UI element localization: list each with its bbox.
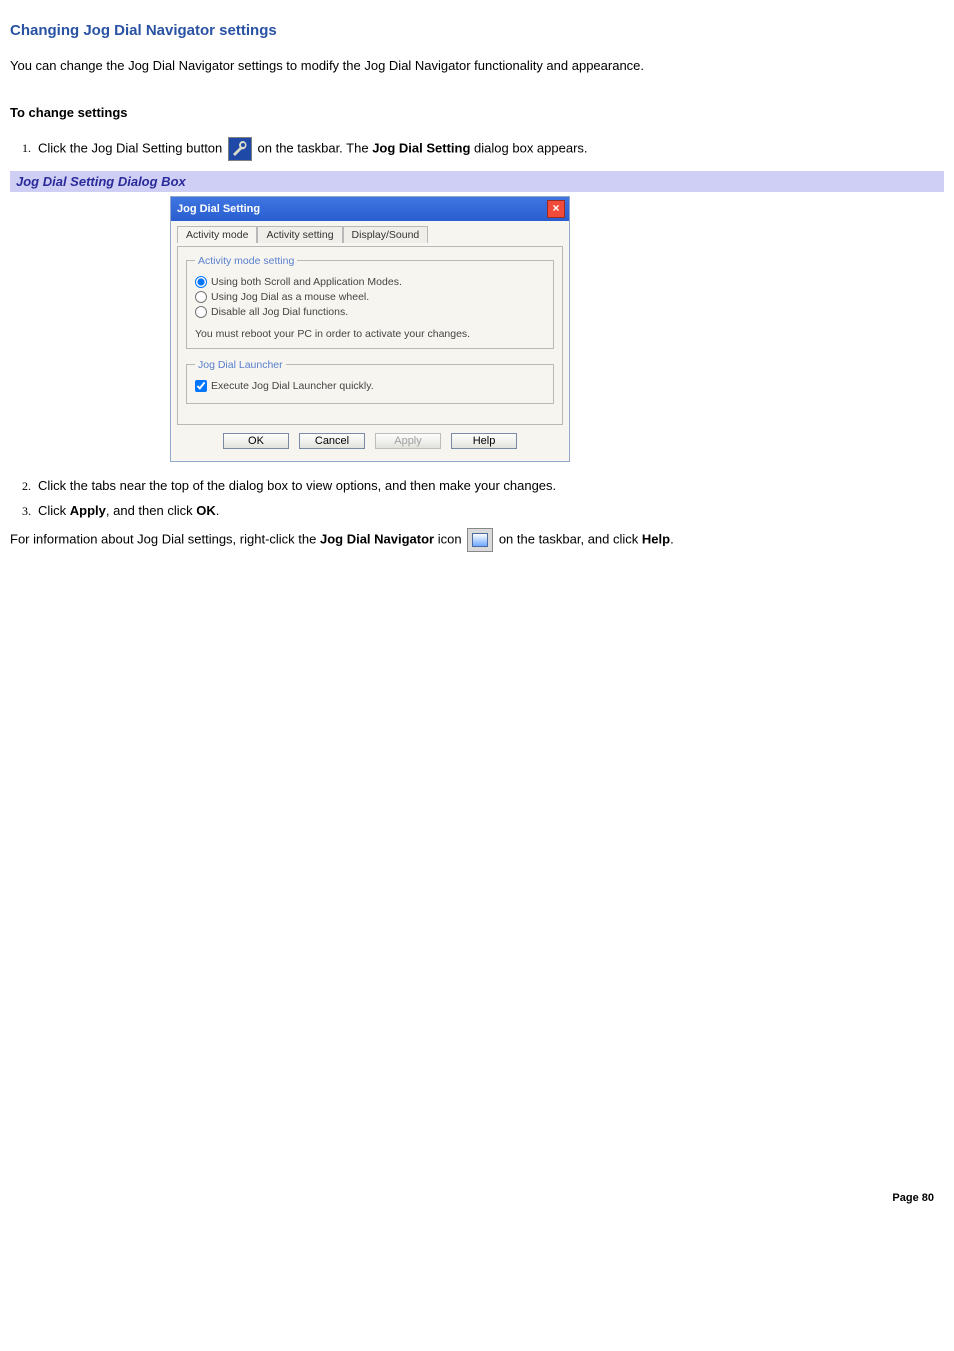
step-3-text-b: , and then click <box>106 503 196 518</box>
checkbox-execute-quickly[interactable]: Execute Jog Dial Launcher quickly. <box>195 380 545 392</box>
footer-text-b: icon <box>434 531 465 546</box>
step-1-bold: Jog Dial Setting <box>372 140 470 155</box>
radio-mouse-wheel-label: Using Jog Dial as a mouse wheel. <box>211 291 369 303</box>
page-title: Changing Jog Dial Navigator settings <box>10 22 944 39</box>
ok-button[interactable]: OK <box>223 433 289 449</box>
footer-info: For information about Jog Dial settings,… <box>10 528 944 552</box>
step-3-text-c: . <box>216 503 220 518</box>
jog-dial-navigator-icon <box>467 528 493 552</box>
step-3: Click Apply, and then click OK. <box>34 503 944 518</box>
radio-disable-input[interactable] <box>195 306 207 318</box>
dialog-screenshot: Jog Dial Setting × Activity mode Activit… <box>170 196 570 462</box>
page-number: Page 80 <box>892 1192 934 1204</box>
fieldset-launcher-legend: Jog Dial Launcher <box>195 359 286 371</box>
radio-disable-label: Disable all Jog Dial functions. <box>211 306 348 318</box>
radio-both-modes-input[interactable] <box>195 276 207 288</box>
step-2: Click the tabs near the top of the dialo… <box>34 478 944 493</box>
step-1: Click the Jog Dial Setting button on the… <box>34 137 944 161</box>
tab-activity-mode[interactable]: Activity mode <box>177 226 257 243</box>
dialog-title-text: Jog Dial Setting <box>177 203 260 215</box>
help-button[interactable]: Help <box>451 433 517 449</box>
radio-mouse-wheel-input[interactable] <box>195 291 207 303</box>
checkbox-execute-quickly-input[interactable] <box>195 380 207 392</box>
dialog-caption: Jog Dial Setting Dialog Box <box>10 171 944 192</box>
radio-both-modes[interactable]: Using both Scroll and Application Modes. <box>195 276 545 288</box>
dialog-button-row: OK Cancel Apply Help <box>177 425 563 451</box>
dialog-titlebar: Jog Dial Setting × <box>171 197 569 221</box>
reboot-note: You must reboot your PC in order to acti… <box>195 328 545 340</box>
subheading: To change settings <box>10 104 944 123</box>
apply-button[interactable]: Apply <box>375 433 441 449</box>
fieldset-launcher: Jog Dial Launcher Execute Jog Dial Launc… <box>186 359 554 404</box>
footer-bold1: Jog Dial Navigator <box>320 531 434 546</box>
step-3-bold1: Apply <box>70 503 106 518</box>
close-icon[interactable]: × <box>547 200 565 218</box>
checkbox-execute-quickly-label: Execute Jog Dial Launcher quickly. <box>211 380 374 392</box>
radio-mouse-wheel[interactable]: Using Jog Dial as a mouse wheel. <box>195 291 545 303</box>
cancel-button[interactable]: Cancel <box>299 433 365 449</box>
tab-activity-setting[interactable]: Activity setting <box>257 226 342 243</box>
step-3-bold2: OK <box>196 503 216 518</box>
fieldset-activity-mode: Activity mode setting Using both Scroll … <box>186 255 554 349</box>
step-1-text-b: on the taskbar. The <box>258 140 373 155</box>
radio-both-modes-label: Using both Scroll and Application Modes. <box>211 276 402 288</box>
footer-text-c: on the taskbar, and click <box>499 531 642 546</box>
dialog-tabs: Activity mode Activity setting Display/S… <box>177 225 563 242</box>
steps-list-continued: Click the tabs near the top of the dialo… <box>34 478 944 518</box>
wrench-icon <box>228 137 252 161</box>
footer-text-d: . <box>670 531 674 546</box>
tab-display-sound[interactable]: Display/Sound <box>343 226 429 243</box>
steps-list: Click the Jog Dial Setting button on the… <box>34 137 944 161</box>
footer-text-a: For information about Jog Dial settings,… <box>10 531 320 546</box>
footer-bold2: Help <box>642 531 670 546</box>
step-1-text-c: dialog box appears. <box>474 140 587 155</box>
step-3-text-a: Click <box>38 503 70 518</box>
step-1-text-a: Click the Jog Dial Setting button <box>38 140 226 155</box>
intro-text: You can change the Jog Dial Navigator se… <box>10 57 944 76</box>
radio-disable[interactable]: Disable all Jog Dial functions. <box>195 306 545 318</box>
fieldset-activity-mode-legend: Activity mode setting <box>195 255 297 267</box>
